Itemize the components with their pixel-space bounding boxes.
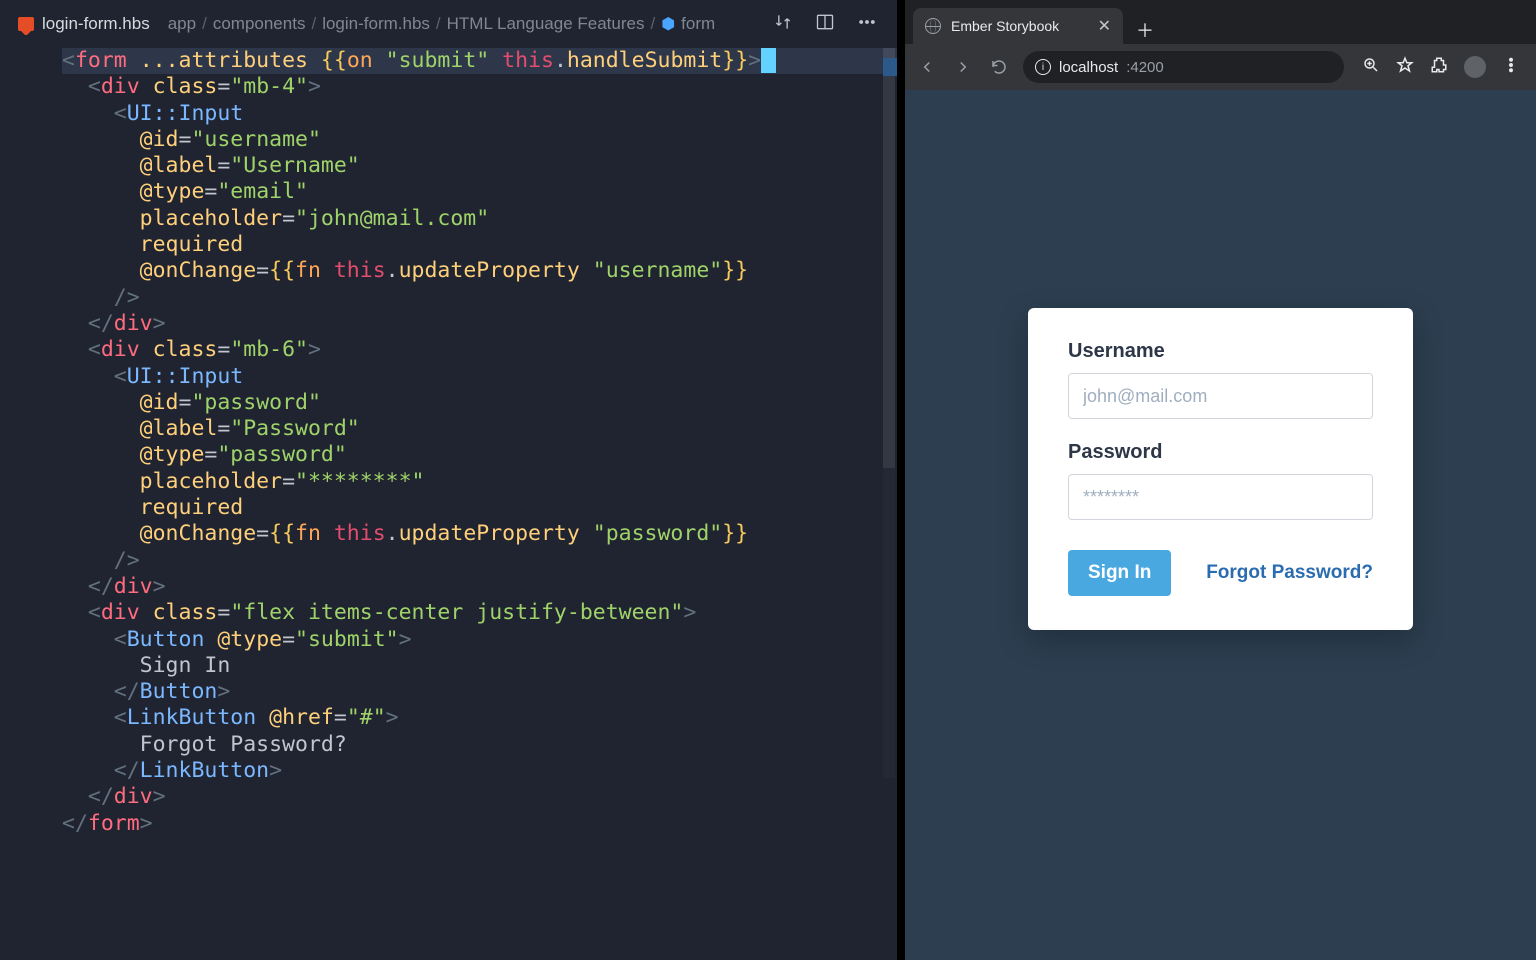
editor-tab-login-form[interactable]: login-form.hbs: [6, 0, 162, 48]
browser-actions: [1356, 56, 1526, 79]
breadcrumb-segment: app: [168, 14, 196, 34]
form-actions-row: Sign In Forgot Password?: [1068, 550, 1373, 596]
username-label: Username: [1068, 340, 1373, 363]
code-editor-pane: login-form.hbs app/ components/ login-fo…: [0, 0, 897, 960]
close-tab-icon[interactable]: ✕: [1098, 16, 1111, 36]
editor-title-actions: [759, 12, 891, 37]
compare-changes-icon[interactable]: [773, 12, 793, 37]
browser-tab-title: Ember Storybook: [951, 18, 1059, 34]
editor-scrollbar-thumb[interactable]: [883, 48, 895, 468]
new-tab-button[interactable]: ＋: [1131, 16, 1159, 44]
more-actions-icon[interactable]: [857, 12, 877, 37]
symbol-icon: ⬢: [661, 14, 675, 34]
login-form: Username Password Sign In Forgot Passwor…: [1028, 308, 1413, 630]
editor-tab-filename: login-form.hbs: [42, 14, 150, 34]
url-host: localhost: [1059, 59, 1118, 76]
password-label: Password: [1068, 441, 1373, 464]
site-info-icon[interactable]: i: [1035, 59, 1051, 75]
profile-avatar[interactable]: [1464, 56, 1486, 78]
minimap-marker: [883, 58, 897, 76]
username-field-group: Username: [1068, 340, 1373, 419]
url-port: :4200: [1126, 59, 1164, 76]
browser-menu-icon[interactable]: [1502, 56, 1520, 79]
extensions-icon[interactable]: [1430, 56, 1448, 79]
browser-toolbar: i localhost :4200: [905, 44, 1536, 90]
breadcrumb-segment: components: [213, 14, 306, 34]
breadcrumb[interactable]: app/ components/ login-form.hbs/ HTML La…: [162, 14, 759, 34]
editor-scrollbar[interactable]: [883, 48, 895, 778]
zoom-icon[interactable]: [1362, 56, 1380, 79]
password-input[interactable]: [1068, 474, 1373, 520]
browser-preview-pane: Ember Storybook ✕ ＋ i localhost :4200 Use…: [905, 0, 1536, 960]
code-content[interactable]: <form ...attributes {{on "submit" this.h…: [0, 48, 897, 837]
forgot-password-link[interactable]: Forgot Password?: [1206, 562, 1373, 584]
breadcrumb-segment: login-form.hbs: [322, 14, 430, 34]
editor-tabbar: login-form.hbs app/ components/ login-fo…: [0, 0, 897, 48]
pane-divider[interactable]: [897, 0, 905, 960]
bookmark-star-icon[interactable]: [1396, 56, 1414, 79]
password-field-group: Password: [1068, 441, 1373, 520]
breadcrumb-segment: form: [681, 14, 715, 34]
breadcrumb-segment: HTML Language Features: [447, 14, 645, 34]
address-bar[interactable]: i localhost :4200: [1023, 51, 1344, 83]
rendered-page: Username Password Sign In Forgot Passwor…: [905, 90, 1536, 960]
nav-back-button[interactable]: [915, 55, 939, 79]
globe-icon: [925, 18, 941, 34]
split-editor-icon[interactable]: [815, 12, 835, 37]
nav-forward-button[interactable]: [951, 55, 975, 79]
browser-tab-active[interactable]: Ember Storybook ✕: [913, 8, 1123, 44]
browser-tabstrip: Ember Storybook ✕ ＋: [905, 0, 1536, 44]
sign-in-button[interactable]: Sign In: [1068, 550, 1171, 596]
code-editor-body[interactable]: <form ...attributes {{on "submit" this.h…: [0, 48, 897, 960]
username-input[interactable]: [1068, 373, 1373, 419]
handlebars-file-icon: [18, 17, 34, 31]
nav-reload-button[interactable]: [987, 55, 1011, 79]
